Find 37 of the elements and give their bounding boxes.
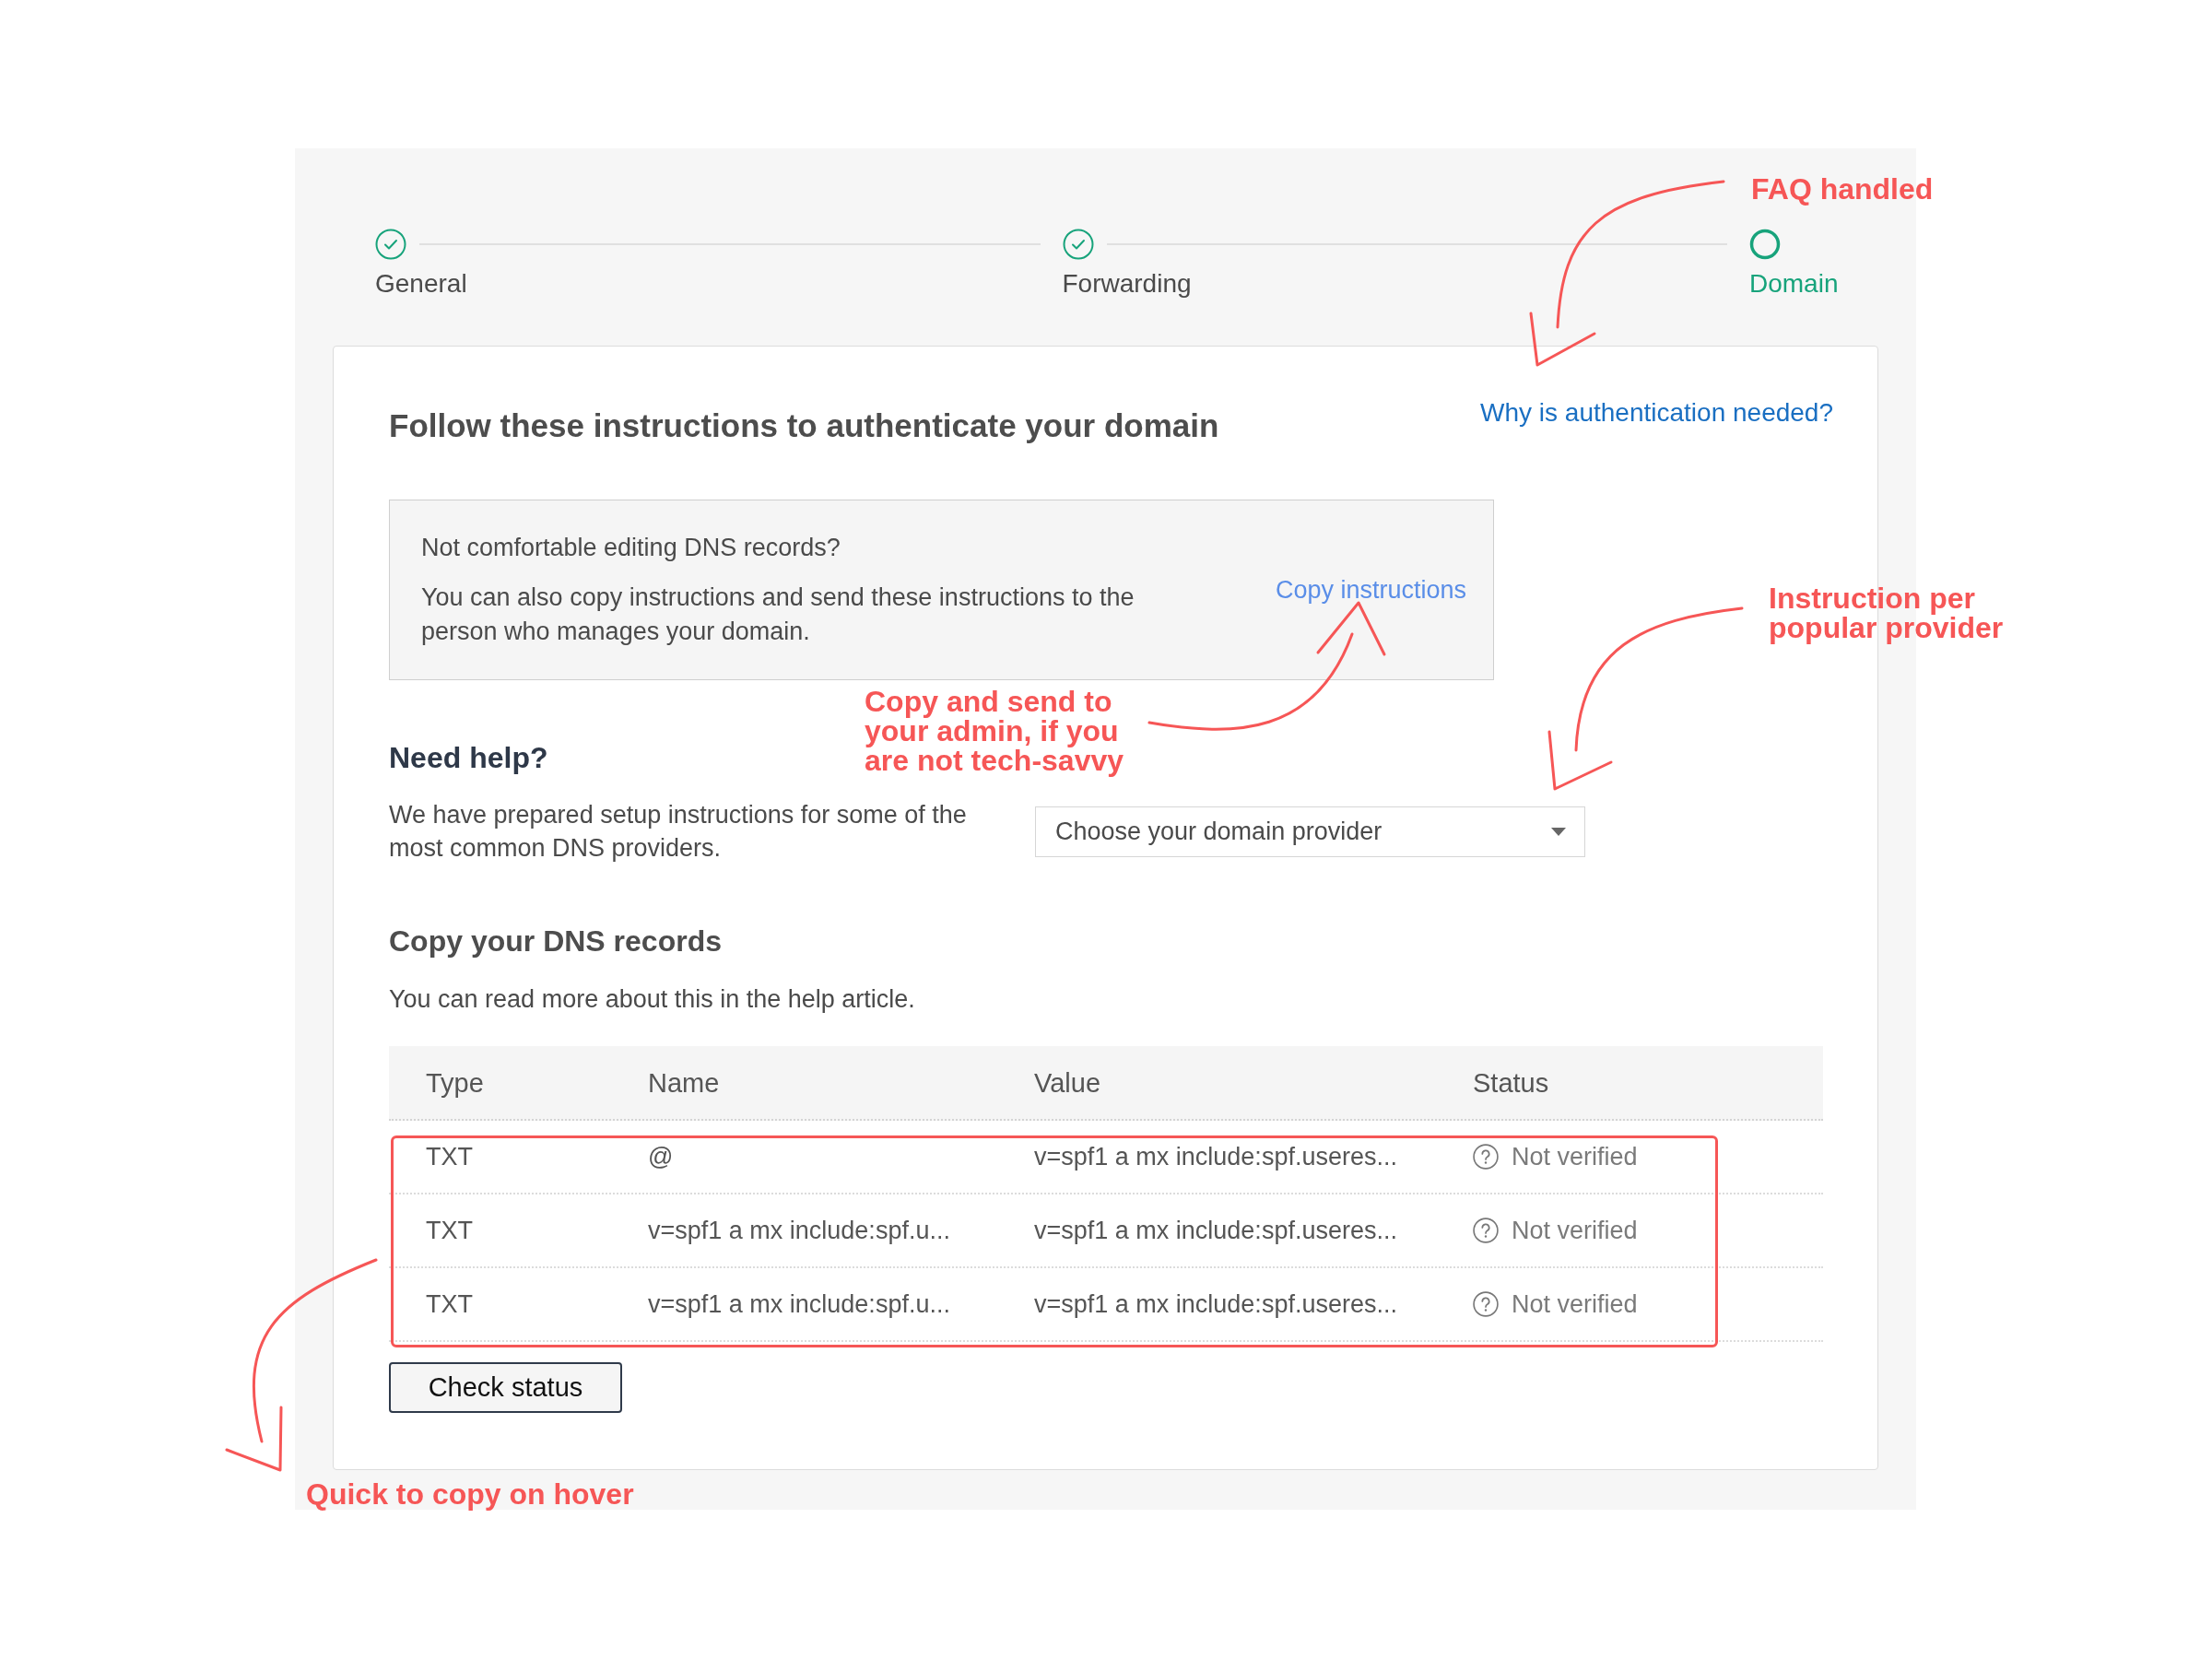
question-circle-icon — [1473, 1291, 1499, 1317]
annotation-note: Instruction per popular provider — [1769, 583, 2004, 642]
step-label: Forwarding — [1062, 269, 1192, 299]
table-cell: v=spf1 a mx include:spf.useres... — [1034, 1217, 1397, 1244]
section-title: Need help? — [389, 741, 548, 774]
info-text: You can also copy instructions and send these instructions to the person who manages your domain. — [421, 582, 1135, 647]
question-circle-icon — [1473, 1144, 1499, 1170]
caret-down-icon — [1551, 828, 1566, 836]
annotation-note: FAQ handled — [1751, 174, 1934, 204]
section-text: You can read more about this in the help article. — [389, 984, 915, 1015]
table-cell: v=spf1 a mx include:spf.useres... — [1034, 1143, 1397, 1171]
provider-dropdown[interactable]: Choose your domain provider — [1035, 806, 1585, 857]
help-link[interactable]: Why is authentication needed? — [1480, 397, 1833, 429]
info-title: Not comfortable editing DNS records? — [421, 532, 841, 563]
step-label: Domain — [1749, 269, 1839, 299]
annotation-note: Quick to copy on hover — [306, 1479, 634, 1509]
table-cell: v=spf1 a mx include:spf.u... — [648, 1217, 950, 1244]
check-status-button[interactable]: Check status — [389, 1362, 622, 1413]
annotation-note: Copy and send to your admin, if you are not tech-savvy — [865, 687, 1124, 775]
section-title: Copy your DNS records — [389, 924, 722, 958]
column-header: Status — [1473, 1067, 1549, 1098]
table-cell: v=spf1 a mx include:spf.u... — [648, 1290, 950, 1318]
status-text: Not verified — [1512, 1142, 1638, 1171]
table-cell: TXT — [426, 1143, 473, 1171]
step-label: General — [375, 269, 467, 299]
question-circle-icon — [1473, 1218, 1499, 1243]
page-title: Follow these instructions to authenticate your domain — [389, 406, 1219, 445]
table-cell: @ — [648, 1143, 674, 1171]
column-header: Value — [1034, 1067, 1101, 1098]
table-cell: TXT — [426, 1290, 473, 1318]
section-text: We have prepared setup instructions for some of the most common DNS providers. — [389, 800, 968, 864]
table-cell: TXT — [426, 1217, 473, 1244]
status-text: Not verified — [1512, 1216, 1638, 1245]
table-cell: v=spf1 a mx include:spf.useres... — [1034, 1290, 1397, 1318]
column-header: Type — [426, 1067, 484, 1098]
column-header: Name — [648, 1067, 720, 1098]
status-text: Not verified — [1512, 1289, 1638, 1319]
